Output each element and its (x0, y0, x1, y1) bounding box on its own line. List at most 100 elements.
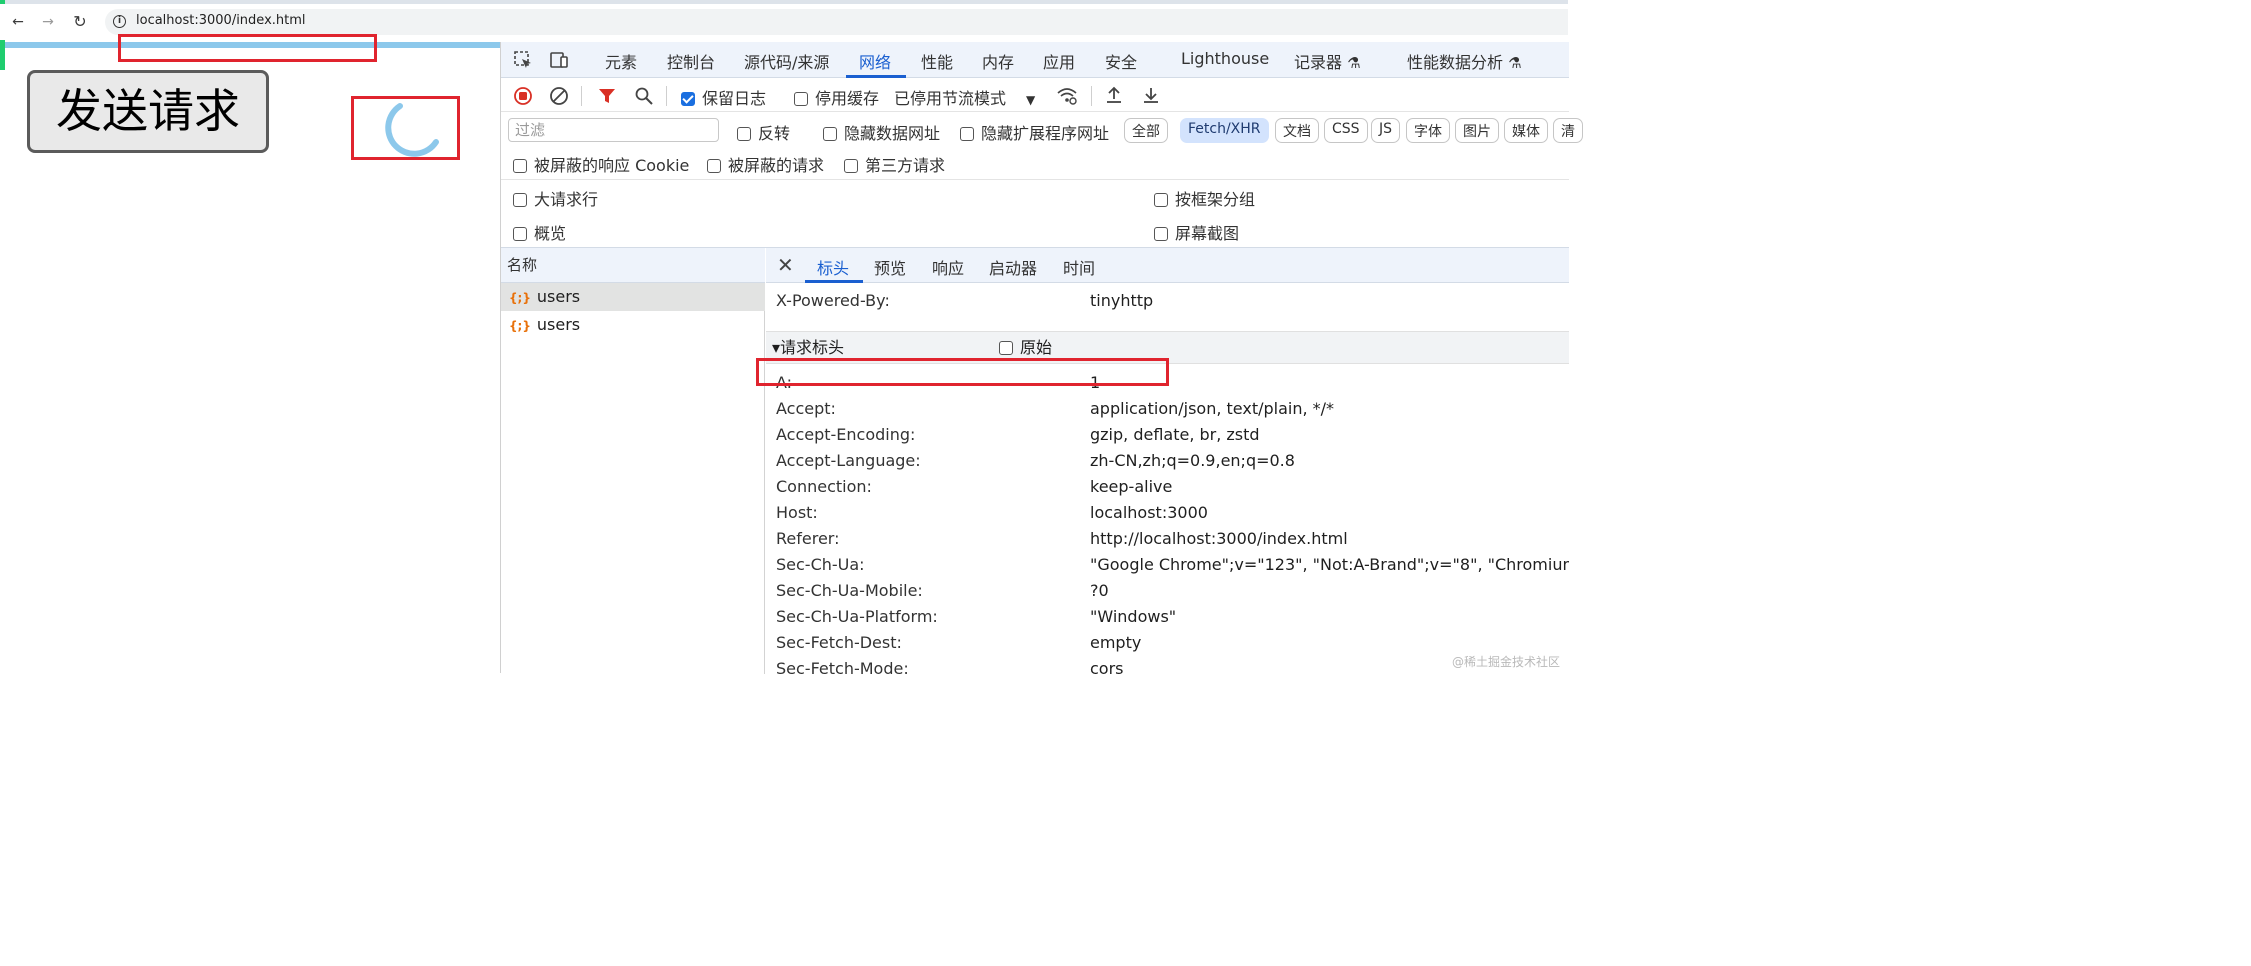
search-icon[interactable] (634, 86, 654, 106)
type-chip-media[interactable]: 媒体 (1504, 118, 1548, 143)
back-arrow-icon[interactable]: ← (8, 12, 28, 32)
tab-sources[interactable]: 源代码/来源 (744, 49, 829, 73)
checkbox[interactable] (1154, 227, 1168, 241)
checkbox[interactable] (960, 127, 974, 141)
dropdown-arrow-icon: ▼ (1026, 93, 1036, 107)
type-chip-all[interactable]: 全部 (1124, 118, 1168, 143)
invert-checkbox[interactable]: 反转 (737, 120, 790, 144)
tab-security[interactable]: 安全 (1105, 49, 1137, 73)
raw-label: 原始 (1020, 338, 1053, 357)
third-party-checkbox[interactable]: 第三方请求 (844, 152, 945, 176)
checkbox-checked[interactable] (681, 92, 695, 106)
disable-cache-label: 停用缓存 (815, 89, 880, 108)
request-list: 名称 {;} users {;} users (501, 248, 765, 674)
xhr-icon: {;} (509, 291, 531, 305)
type-chip-overflow[interactable]: 清 (1553, 118, 1583, 143)
inspect-element-icon[interactable] (513, 50, 533, 70)
hide-extension-urls-checkbox[interactable]: 隐藏扩展程序网址 (960, 120, 1109, 144)
header-value: cors (1090, 659, 1124, 674)
tab-console[interactable]: 控制台 (667, 49, 715, 73)
url-text[interactable]: localhost:3000/index.html (136, 13, 306, 28)
checkbox[interactable] (794, 92, 808, 106)
device-toolbar-icon[interactable] (549, 50, 569, 70)
blocked-cookies-checkbox[interactable]: 被屏蔽的响应 Cookie (513, 152, 689, 176)
type-chip-font[interactable]: 字体 (1406, 118, 1450, 143)
request-header-row: Sec-Fetch-Mode: cors (766, 656, 1569, 674)
checkbox[interactable] (513, 193, 527, 207)
screenshots-label: 屏幕截图 (1175, 224, 1240, 243)
toolbar-divider (1091, 86, 1092, 106)
network-conditions-icon[interactable] (1056, 86, 1078, 106)
tab-recorder[interactable]: 记录器 ⚗ (1294, 49, 1361, 73)
name-column-header[interactable]: 名称 (501, 248, 765, 283)
header-value: "Google Chrome";v="123", "Not:A-Brand";v… (1090, 555, 1569, 574)
type-chip-fetch-xhr[interactable]: Fetch/XHR (1180, 118, 1269, 143)
omnibox[interactable]: i localhost:3000/index.html (105, 9, 1568, 35)
blocked-requests-label: 被屏蔽的请求 (728, 156, 825, 175)
clear-icon[interactable] (549, 86, 569, 106)
request-row[interactable]: {;} users (501, 283, 765, 311)
header-name: Accept-Encoding: (776, 425, 916, 444)
tab-performance-insights-label: 性能数据分析 (1407, 53, 1504, 72)
detail-tab-bar: ✕ 标头 预览 响应 启动器 时间 (766, 248, 1569, 283)
filter-icon[interactable] (597, 86, 617, 106)
request-header-row: Sec-Fetch-Dest: empty (766, 630, 1569, 656)
checkbox[interactable] (823, 127, 837, 141)
tab-performance[interactable]: 性能 (921, 49, 953, 73)
tab-timing[interactable]: 时间 (1063, 255, 1095, 279)
type-chip-css[interactable]: CSS (1324, 118, 1368, 143)
request-header-row: Host: localhost:3000 (766, 500, 1569, 526)
tab-headers[interactable]: 标头 (817, 255, 849, 279)
checkbox[interactable] (737, 127, 751, 141)
xhr-icon: {;} (509, 319, 531, 333)
tab-memory[interactable]: 内存 (982, 49, 1014, 73)
tab-elements[interactable]: 元素 (605, 49, 637, 73)
checkbox[interactable] (513, 159, 527, 173)
tab-initiator[interactable]: 启动器 (989, 255, 1037, 279)
header-value: "Windows" (1090, 607, 1177, 626)
tab-lighthouse[interactable]: Lighthouse (1181, 49, 1269, 68)
checkbox[interactable] (999, 341, 1013, 355)
header-value: http://localhost:3000/index.html (1090, 529, 1348, 548)
checkbox[interactable] (1154, 193, 1168, 207)
throttling-dropdown[interactable]: 已停用节流模式 ▼ (894, 85, 1035, 109)
type-chip-img[interactable]: 图片 (1455, 118, 1499, 143)
import-har-icon[interactable] (1104, 85, 1124, 105)
header-name: Accept-Language: (776, 451, 921, 470)
info-icon[interactable]: i (113, 15, 126, 28)
type-chip-js[interactable]: JS (1371, 118, 1401, 143)
disable-cache-checkbox[interactable]: 停用缓存 (794, 85, 879, 109)
filter-input[interactable] (508, 118, 719, 142)
hide-data-urls-checkbox[interactable]: 隐藏数据网址 (823, 120, 940, 144)
request-row[interactable]: {;} users (501, 311, 765, 339)
header-value: localhost:3000 (1090, 503, 1208, 522)
preserve-log-checkbox[interactable]: 保留日志 (681, 85, 766, 109)
record-stop-icon[interactable] (513, 86, 533, 106)
tab-application[interactable]: 应用 (1043, 49, 1075, 73)
overview-checkbox[interactable]: 概览 (513, 220, 566, 244)
header-value: application/json, text/plain, */* (1090, 399, 1335, 418)
blocked-cookies-label: 被屏蔽的响应 Cookie (534, 156, 690, 175)
tab-response[interactable]: 响应 (932, 255, 964, 279)
checkbox[interactable] (513, 227, 527, 241)
type-chip-doc[interactable]: 文档 (1275, 118, 1319, 143)
group-by-frame-label: 按框架分组 (1175, 190, 1256, 209)
tab-preview[interactable]: 预览 (874, 255, 906, 279)
hide-extension-urls-label: 隐藏扩展程序网址 (981, 124, 1110, 143)
big-rows-checkbox[interactable]: 大请求行 (513, 186, 598, 210)
close-icon[interactable]: ✕ (777, 253, 794, 277)
send-request-button[interactable]: 发送请求 (27, 70, 269, 153)
export-har-icon[interactable] (1141, 85, 1161, 105)
header-name: Sec-Fetch-Mode: (776, 659, 909, 674)
group-by-frame-checkbox[interactable]: 按框架分组 (1154, 186, 1255, 210)
forward-arrow-icon[interactable]: → (38, 12, 58, 32)
checkbox[interactable] (707, 159, 721, 173)
checkbox[interactable] (844, 159, 858, 173)
toolbar-divider (666, 86, 667, 106)
tab-performance-insights[interactable]: 性能数据分析 ⚗ (1407, 49, 1522, 73)
blocked-requests-checkbox[interactable]: 被屏蔽的请求 (707, 152, 824, 176)
screenshots-checkbox[interactable]: 屏幕截图 (1154, 220, 1239, 244)
request-name: users (536, 315, 581, 334)
reload-icon[interactable]: ↻ (70, 12, 90, 32)
tab-network[interactable]: 网络 (859, 49, 891, 73)
